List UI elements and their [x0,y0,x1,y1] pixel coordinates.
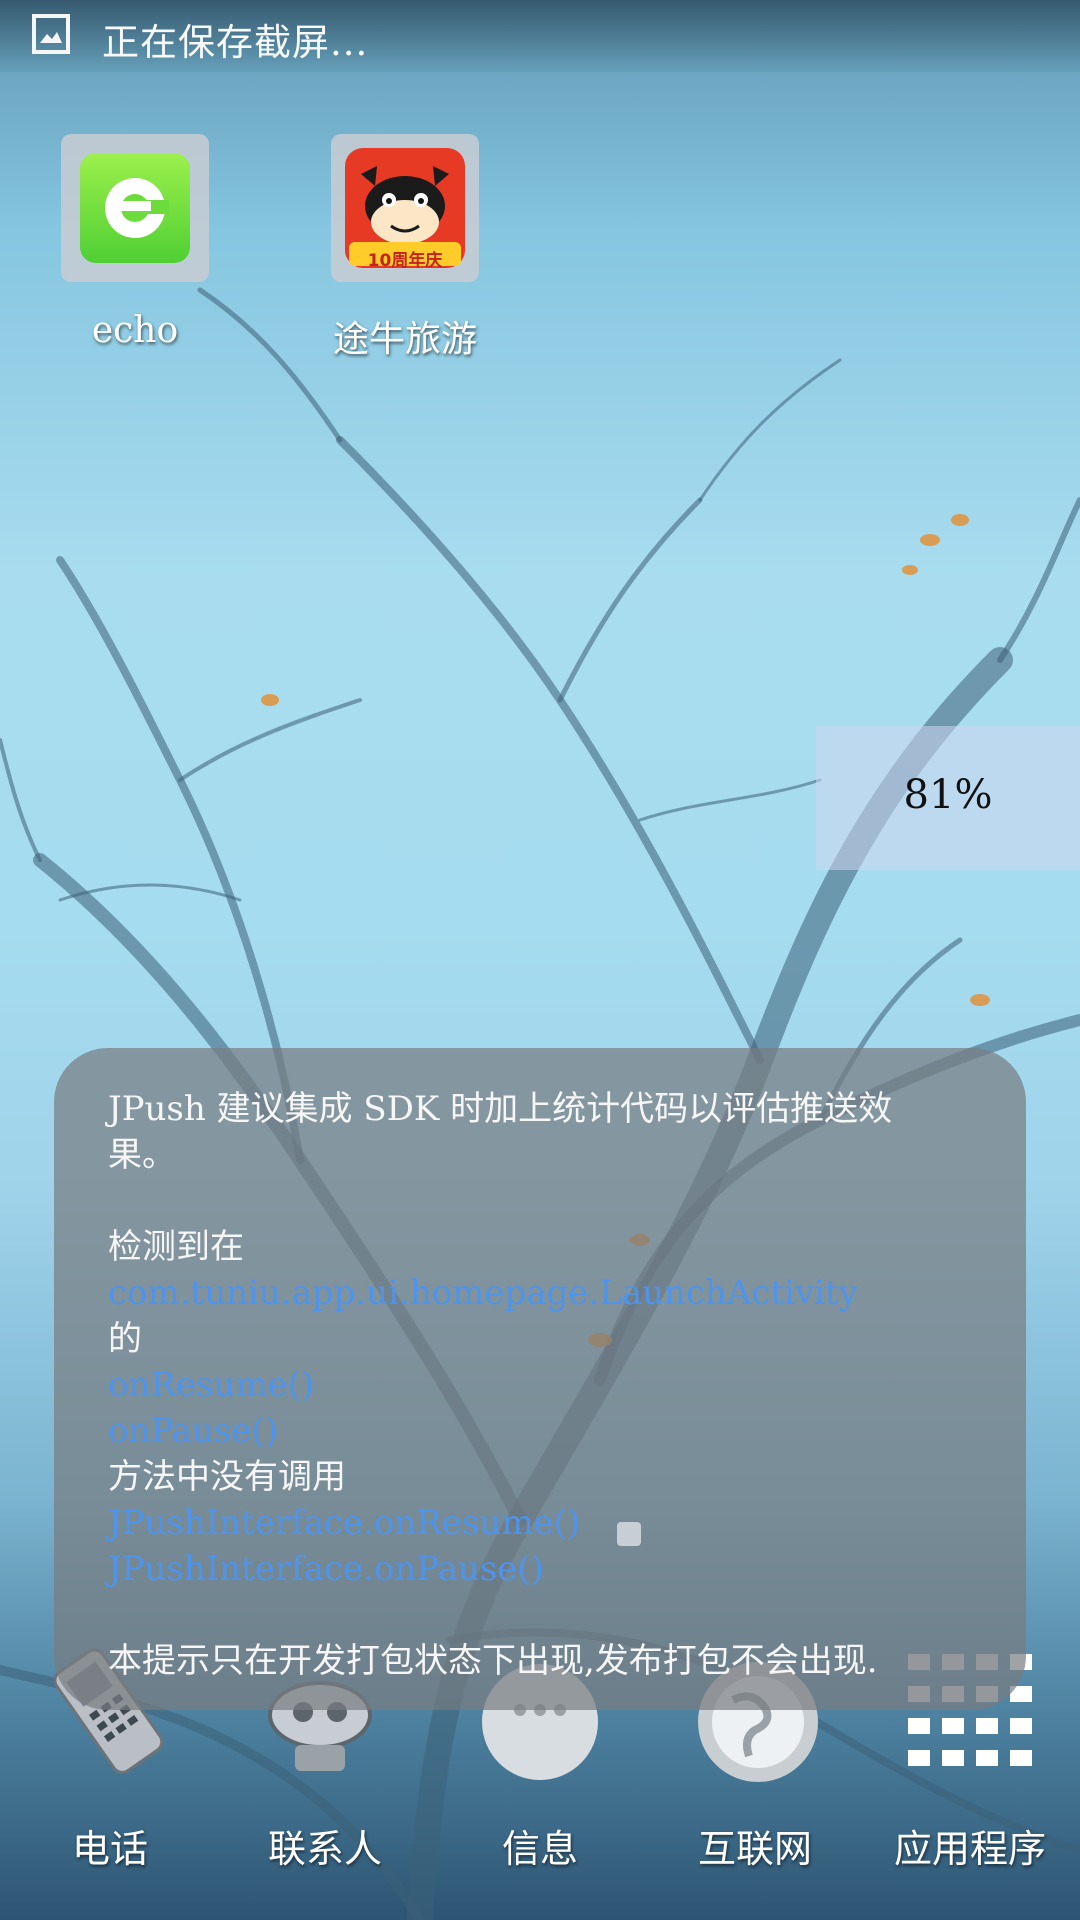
toast-line-5: 的 [108,1319,142,1359]
app-echo-frame [61,134,209,282]
dock-label-apps[interactable]: 应用程序 [860,1818,1080,1873]
toast-line-1: JPush 建议集成 SDK 时加上统计代码以评估推送效 [108,1089,893,1129]
app-echo-label: echo [91,310,179,351]
dock-label-contacts[interactable]: 联系人 [215,1818,435,1873]
toast-spacer-2 [108,1592,972,1638]
status-text: 正在保存截屏... [102,21,369,64]
status-bar: 正在保存截屏... [0,0,1080,72]
toast-line-2: 果。 [108,1135,176,1175]
toast-footer: 本提示只在开发打包状态下出现,发布打包不会出现. [108,1641,878,1681]
app-tuniu[interactable]: 10周年庆 途牛旅游 [295,134,515,362]
toast-method-1: onResume() [108,1365,315,1405]
screenshot-icon [32,14,70,54]
app-echo[interactable]: echo [25,134,245,351]
battery-percentage: 81% [903,772,993,818]
toast-line-3: 检测到在 [108,1227,244,1267]
toast-line-8: 方法中没有调用 [108,1457,346,1497]
toast-call-1: JPushInterface.onResume() [108,1503,581,1543]
dock-label-messages[interactable]: 信息 [430,1818,650,1873]
jpush-toast: JPush 建议集成 SDK 时加上统计代码以评估推送效 果。 检测到在 com… [54,1048,1026,1710]
dock-label-internet[interactable]: 互联网 [645,1818,865,1873]
toast-method-2: onPause() [108,1411,278,1451]
app-tuniu-label: 途牛旅游 [332,319,477,360]
app-tuniu-frame: 10周年庆 [331,134,479,282]
battery-widget[interactable]: 81% [816,726,1080,870]
tuniu-badge-text: 10周年庆 [367,251,443,271]
toast-activity: com.tuniu.app.ui.homepage.LaunchActivity [108,1273,858,1313]
toast-marker [617,1522,641,1546]
toast-call-2: JPushInterface.onPause() [108,1549,544,1589]
echo-icon [80,153,190,263]
toast-spacer [108,1178,972,1224]
dock-label-phone[interactable]: 电话 [0,1818,220,1873]
